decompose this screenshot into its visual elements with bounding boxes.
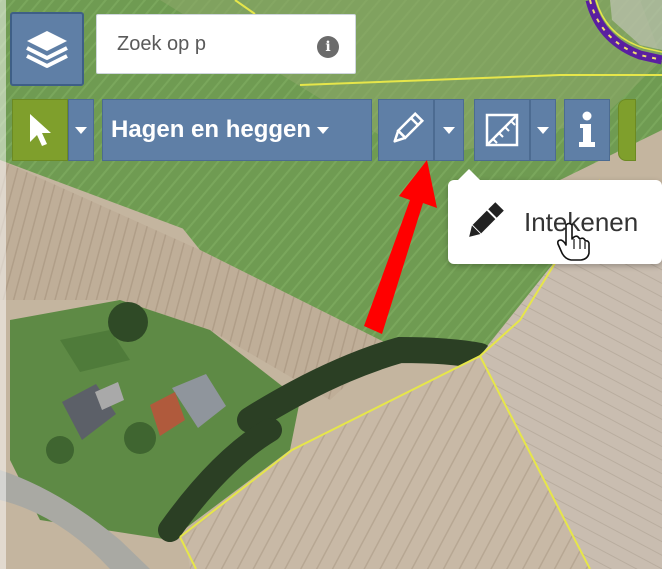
- select-tool-button[interactable]: [12, 99, 68, 161]
- layer-select-label: Hagen en heggen: [111, 116, 312, 143]
- caret-down-icon: [317, 126, 330, 134]
- measure-tool-button[interactable]: [474, 99, 530, 161]
- select-tool-dropdown-toggle[interactable]: [68, 99, 94, 161]
- menu-item-intekenen[interactable]: Intekenen: [448, 180, 662, 264]
- hand-pointer-cursor-icon: [557, 222, 590, 261]
- measure-tool-dropdown-toggle[interactable]: [530, 99, 556, 161]
- pencil-icon: [469, 202, 504, 237]
- aerial-imagery: [0, 0, 662, 569]
- layers-button[interactable]: [10, 12, 84, 86]
- draw-tool-button[interactable]: [378, 99, 434, 161]
- search-box: i: [96, 14, 356, 74]
- select-arrow-icon: [30, 114, 51, 146]
- layers-icon: [26, 31, 68, 68]
- map-toolbar: Hagen en heggen: [12, 99, 636, 161]
- pencil-icon: [393, 112, 424, 143]
- search-input[interactable]: [115, 31, 269, 57]
- info-tool-button[interactable]: [564, 99, 610, 161]
- search-info-icon[interactable]: i: [317, 36, 339, 58]
- ruler-square-icon: [485, 113, 519, 147]
- caret-down-icon: [443, 126, 455, 134]
- map-canvas[interactable]: [0, 0, 662, 569]
- caret-down-icon: [75, 126, 87, 134]
- info-icon: [579, 111, 595, 147]
- layer-select-dropdown[interactable]: Hagen en heggen: [102, 99, 372, 161]
- toolbar-more-button[interactable]: [618, 99, 636, 161]
- draw-tool-dropdown-menu: Intekenen: [448, 169, 662, 264]
- caret-down-icon: [537, 126, 549, 134]
- draw-tool-dropdown-toggle[interactable]: [434, 99, 464, 161]
